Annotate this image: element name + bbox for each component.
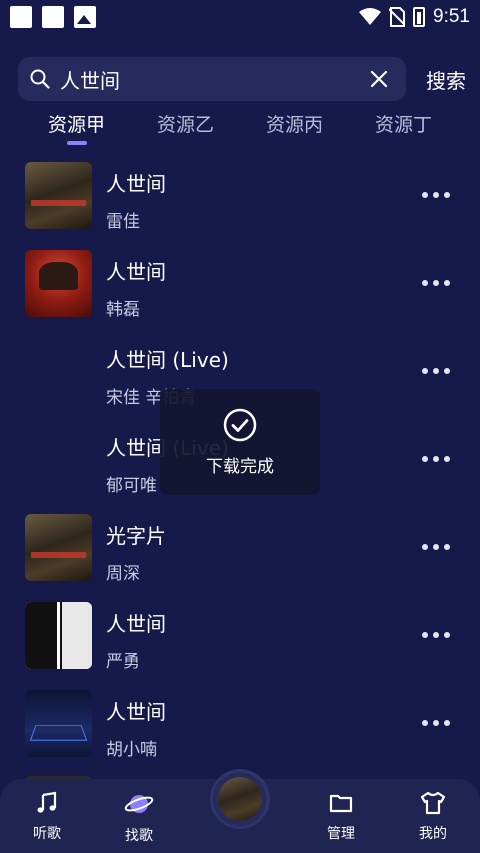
- song-row[interactable]: 人世间 韩磊: [0, 240, 480, 328]
- image-icon: [74, 6, 96, 28]
- tab-source-c[interactable]: 资源丙: [266, 110, 323, 137]
- song-row[interactable]: 人世间 严勇: [0, 592, 480, 680]
- search-input[interactable]: [60, 67, 364, 91]
- album-cover: [25, 250, 92, 317]
- song-title: 人世间: [106, 172, 166, 196]
- tab-label: 资源乙: [157, 114, 215, 136]
- tab-label: 资源丁: [375, 114, 433, 136]
- nav-label: 管理: [327, 826, 355, 842]
- song-title: 人世间 (Live): [106, 348, 229, 372]
- tab-source-b[interactable]: 资源乙: [157, 110, 214, 137]
- song-title: 人世间: [106, 700, 166, 724]
- more-options-icon[interactable]: [422, 456, 450, 462]
- nav-listen[interactable]: 听歌: [17, 791, 77, 843]
- tab-source-d[interactable]: 资源丁: [375, 110, 432, 137]
- album-cover: [25, 602, 92, 669]
- planet-icon: [124, 795, 154, 813]
- music-note-icon: [37, 791, 57, 813]
- tab-source-a[interactable]: 资源甲: [48, 110, 106, 145]
- song-title: 人世间: [106, 612, 166, 636]
- folder-icon: [329, 794, 353, 813]
- song-artist: 雷佳: [106, 212, 140, 232]
- tab-label: 资源甲: [48, 114, 106, 136]
- song-row[interactable]: 人世间 胡小喃: [0, 680, 480, 768]
- album-cover: [25, 514, 92, 581]
- playback-progress-ring: [213, 772, 267, 826]
- song-title: 人世间: [106, 260, 166, 284]
- song-artist: 韩磊: [106, 300, 140, 320]
- search-box: [18, 57, 406, 101]
- check-circle-icon: [223, 408, 257, 441]
- square-icon: [10, 6, 32, 28]
- battery-charging-icon: [413, 7, 426, 27]
- more-options-icon[interactable]: [422, 720, 450, 726]
- more-options-icon[interactable]: [422, 368, 450, 374]
- search-icon: [30, 69, 50, 89]
- shirt-icon: [420, 791, 446, 815]
- song-title: 光字片: [106, 524, 166, 548]
- no-sim-icon: [389, 7, 406, 27]
- clock: 9:51: [433, 6, 470, 27]
- bottom-nav: 听歌 找歌 管理 我的: [0, 769, 480, 853]
- song-artist: 严勇: [106, 652, 140, 672]
- clear-search-button[interactable]: [364, 64, 394, 94]
- more-options-icon[interactable]: [422, 544, 450, 550]
- song-artist: 胡小喃: [106, 740, 157, 760]
- more-options-icon[interactable]: [422, 192, 450, 198]
- album-cover: [25, 690, 92, 757]
- song-row[interactable]: 人世间 雷佳: [0, 152, 480, 240]
- nav-label: 听歌: [33, 826, 61, 842]
- song-row[interactable]: 光字片 周深: [0, 504, 480, 592]
- source-tabs: 资源甲 资源乙 资源丙 资源丁: [0, 110, 480, 146]
- more-options-icon[interactable]: [422, 632, 450, 638]
- search-button[interactable]: 搜索: [406, 65, 466, 94]
- tab-label: 资源丙: [266, 114, 324, 136]
- now-playing-button[interactable]: [210, 769, 270, 829]
- nav-mine[interactable]: 我的: [403, 791, 463, 843]
- album-cover: [25, 162, 92, 229]
- nav-find[interactable]: 找歌: [109, 791, 169, 845]
- wifi-icon: [359, 8, 382, 25]
- nav-manage[interactable]: 管理: [311, 791, 371, 843]
- search-row: 搜索: [18, 57, 466, 101]
- active-tab-indicator: [66, 141, 87, 145]
- nav-label: 找歌: [125, 828, 153, 844]
- nav-label: 我的: [419, 826, 447, 842]
- status-bar: 9:51: [0, 0, 480, 34]
- song-artist: 周深: [106, 564, 140, 584]
- download-complete-toast: 下载完成: [160, 389, 320, 495]
- close-icon: [370, 70, 388, 88]
- more-options-icon[interactable]: [422, 280, 450, 286]
- square-icon: [42, 6, 64, 28]
- toast-text: 下载完成: [206, 456, 274, 477]
